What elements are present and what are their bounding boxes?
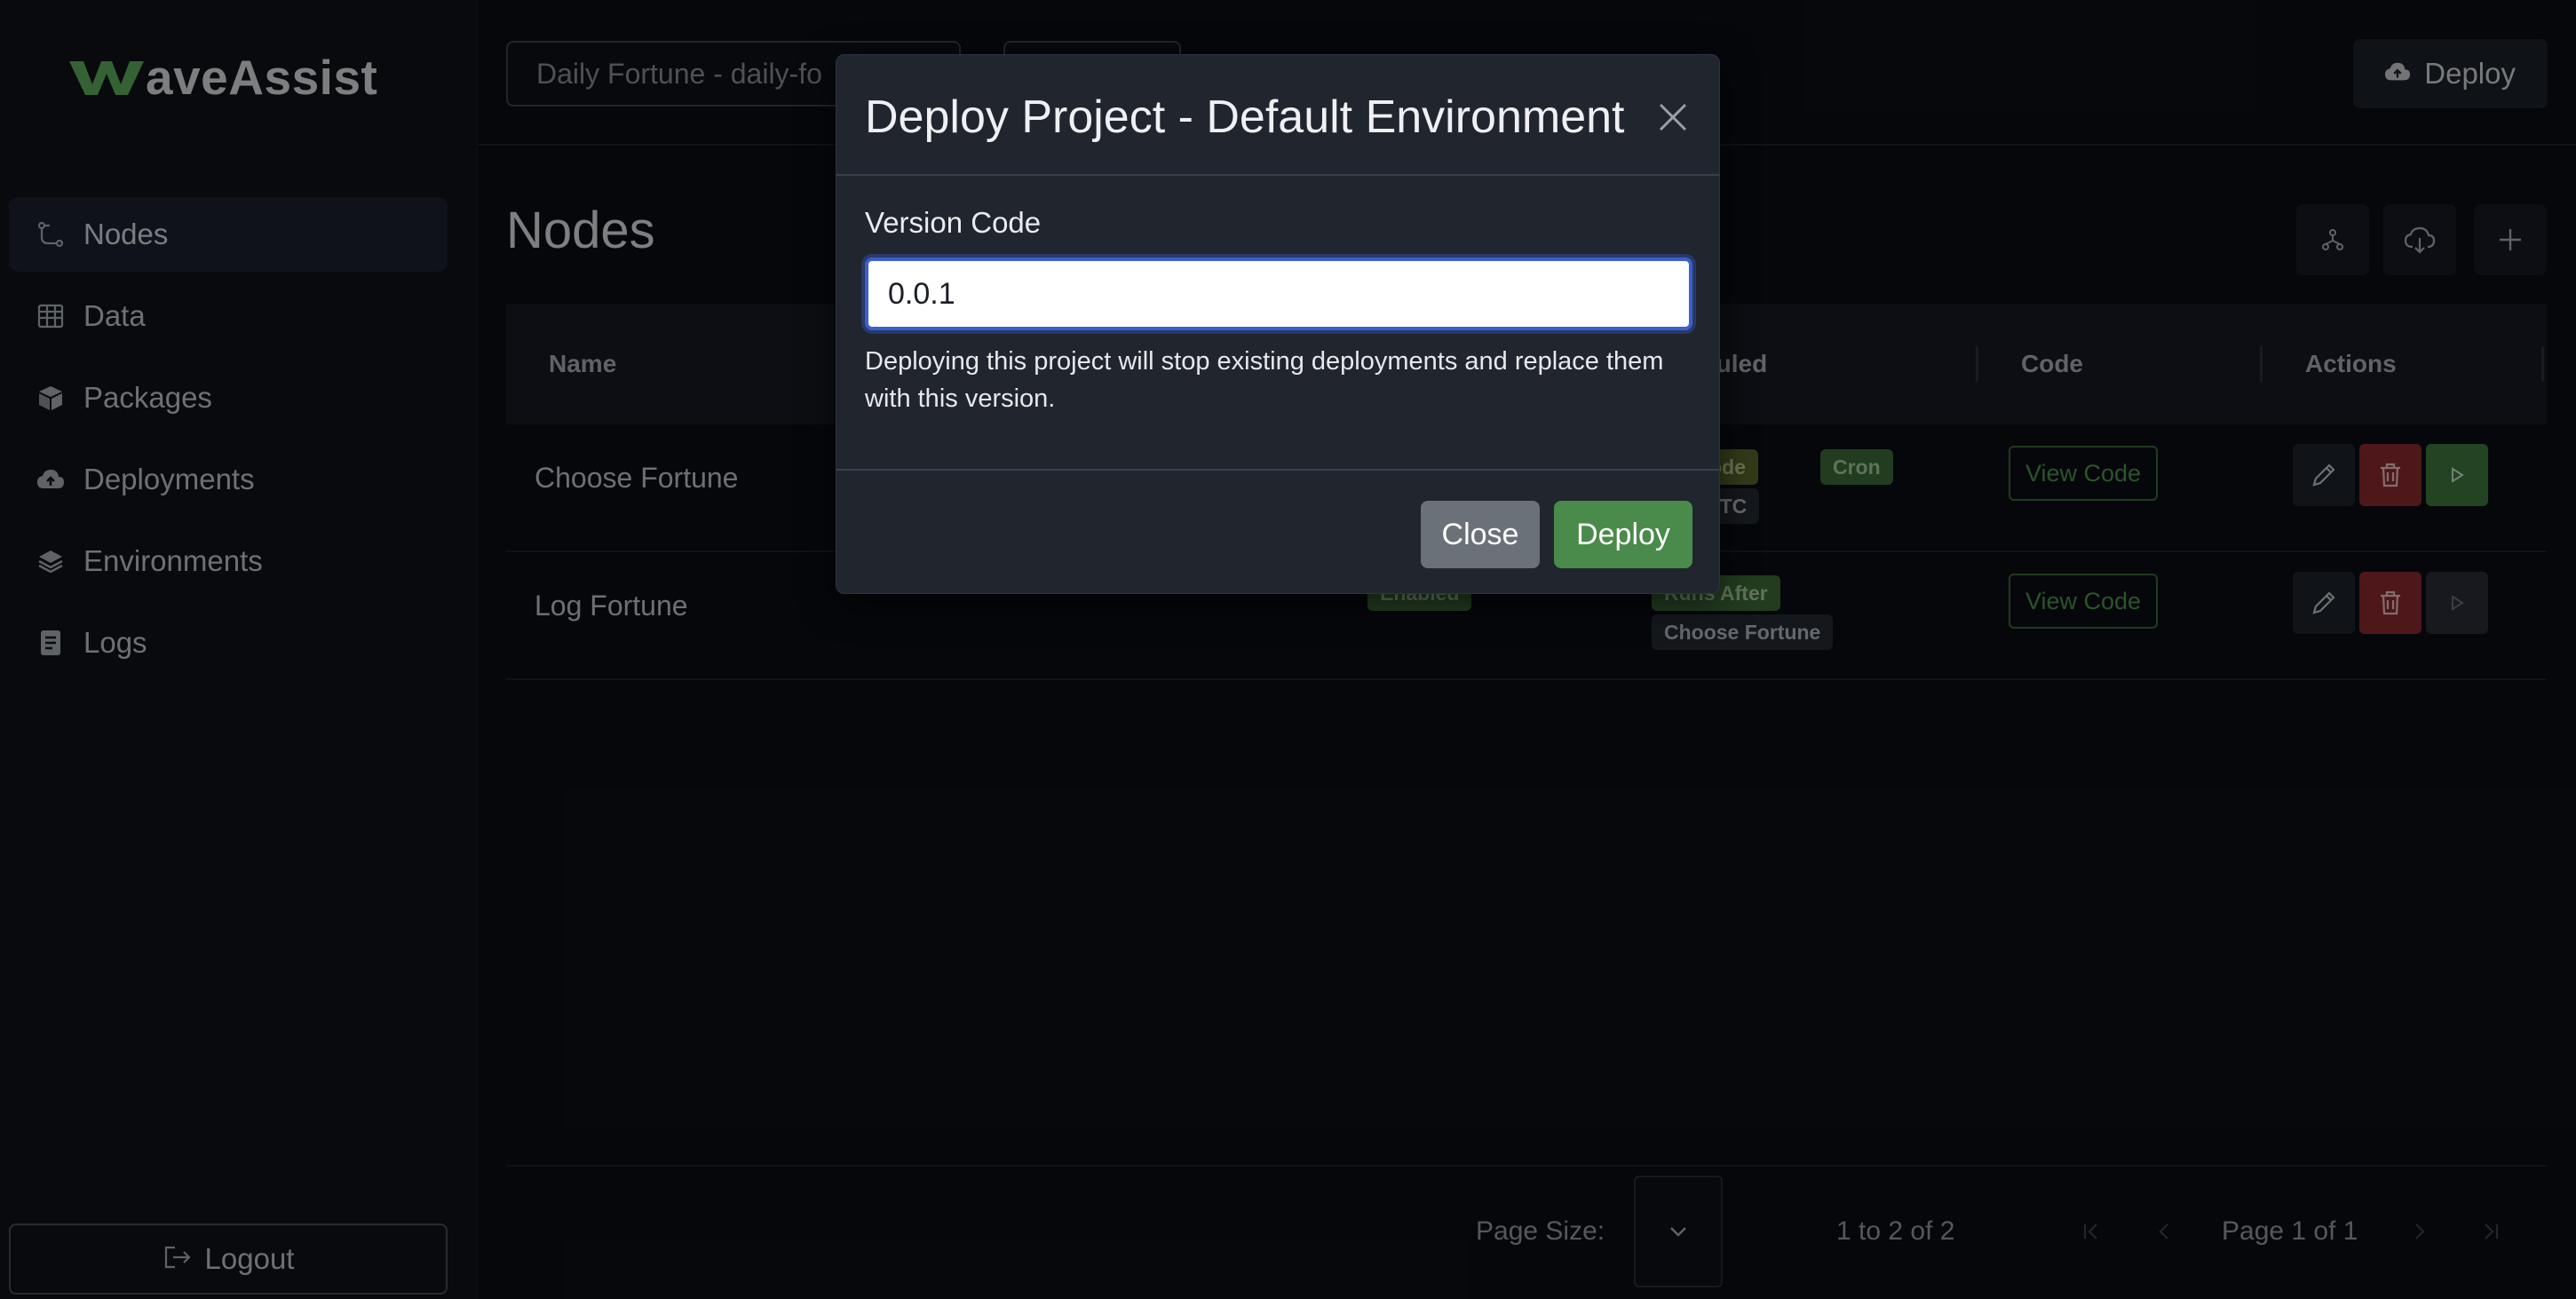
deploy-button[interactable]: Deploy [1554,501,1692,568]
modal-close-button[interactable] [1648,92,1698,142]
close-button[interactable]: Close [1421,501,1540,568]
modal-footer: Close Deploy [836,469,1719,593]
deploy-help-text: Deploying this project will stop existin… [865,347,1664,413]
version-code-input[interactable] [865,257,1692,330]
version-code-label: Version Code [865,206,1042,239]
close-icon [1659,103,1687,131]
modal-header: Deploy Project - Default Environment [836,55,1719,176]
modal-title: Deploy Project - Default Environment [865,91,1625,143]
deploy-modal: Deploy Project - Default Environment Ver… [836,54,1720,594]
modal-body: Version Code Deploying this project will… [865,206,1692,417]
